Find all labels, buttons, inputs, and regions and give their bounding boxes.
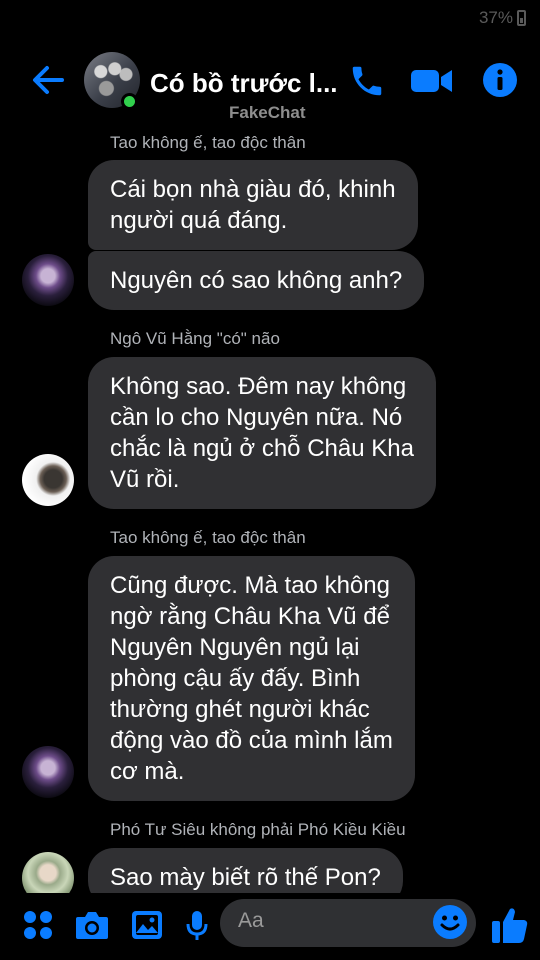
chat-title[interactable]: Có bồ trước l... — [150, 68, 338, 99]
sender-name: Tao không ế, tao độc thân — [110, 528, 306, 547]
message-line: Không sao. Đêm nay không — [110, 373, 407, 400]
message-line: Vũ rồi. — [110, 466, 180, 493]
message-bubble[interactable]: Nguyên có sao không anh? — [88, 251, 425, 310]
message-line: Nguyên Nguyên ngủ lại — [110, 634, 360, 661]
avatar[interactable] — [22, 254, 74, 306]
message-line: cơ mà. — [110, 758, 185, 785]
chat-subtitle: FakeChat — [229, 103, 306, 122]
message-line: chắc là ngủ ở chỗ Châu Kha — [110, 435, 414, 462]
battery-text: 37% — [478, 8, 513, 27]
battery-icon — [517, 10, 526, 26]
message-bubble[interactable]: Cái bọn nhà giàu đó, khinh người quá đán… — [88, 160, 418, 250]
message-bubble[interactable]: Không sao. Đêm nay không cần lo cho Nguy… — [88, 357, 436, 509]
thumbs-up-icon[interactable] — [490, 905, 530, 945]
composer-bar — [0, 893, 540, 960]
sender-name: Ngô Vũ Hằng "có" não — [110, 329, 280, 348]
phone-icon[interactable] — [348, 62, 386, 100]
message-input[interactable] — [238, 909, 418, 933]
message-line: Sao mày biết rõ thế Pon? — [110, 864, 381, 891]
message-line: Cái bọn nhà giàu đó, khinh — [110, 176, 396, 203]
message-line: Nguyên có sao không anh? — [110, 267, 403, 294]
avatar[interactable] — [22, 454, 74, 506]
message-bubble[interactable]: Cũng được. Mà tao không ngờ rằng Châu Kh… — [88, 556, 415, 801]
microphone-icon[interactable] — [184, 909, 210, 943]
video-call-icon[interactable] — [410, 66, 454, 96]
sender-name: Phó Tư Siêu không phải Phó Kiều Kiều — [110, 820, 406, 839]
apps-icon[interactable] — [22, 909, 54, 941]
message-line: ngờ rằng Châu Kha Vũ để — [110, 603, 390, 630]
message-line: người quá đáng. — [110, 207, 288, 234]
gallery-icon[interactable] — [130, 909, 164, 941]
status-bar: 37% — [479, 8, 526, 28]
message-line: Cũng được. Mà tao không — [110, 572, 390, 599]
avatar[interactable] — [22, 746, 74, 798]
message-line: phòng cậu ấy đấy. Bình — [110, 665, 361, 692]
message-line: thường ghét người khác — [110, 696, 370, 723]
back-arrow-icon[interactable] — [30, 62, 66, 98]
sender-name: Tao không ế, tao độc thân — [110, 133, 306, 152]
info-icon[interactable] — [482, 62, 518, 98]
online-indicator — [121, 93, 138, 110]
message-line: động vào đồ của mình lắm — [110, 727, 393, 754]
message-line: cần lo cho Nguyên nữa. Nó — [110, 404, 403, 431]
emoji-icon[interactable] — [432, 904, 468, 940]
message-input-wrapper[interactable] — [220, 899, 476, 947]
camera-icon[interactable] — [74, 909, 110, 941]
